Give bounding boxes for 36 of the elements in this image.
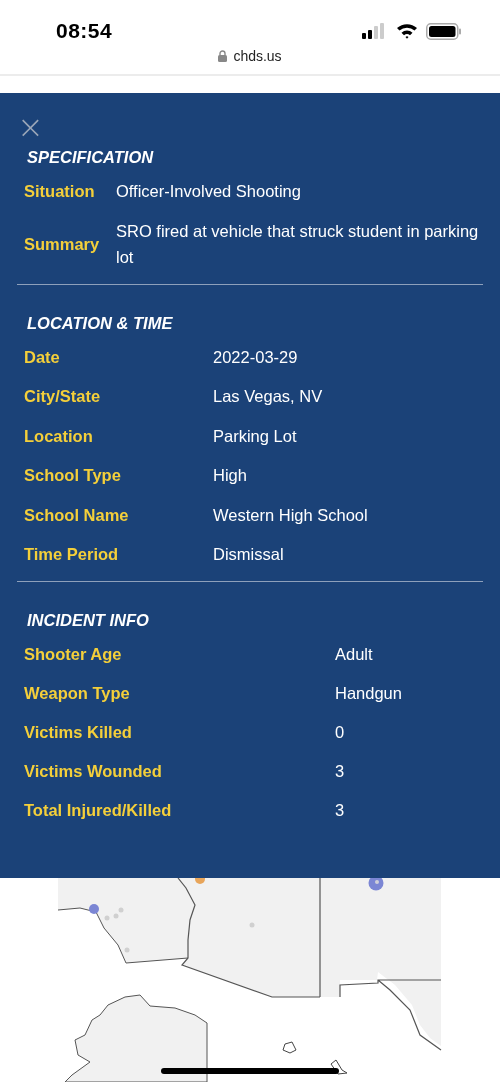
- field-value: Western High School: [213, 504, 369, 526]
- field-value: Officer-Involved Shooting: [116, 181, 302, 202]
- field-value: Las Vegas, NV: [213, 386, 324, 407]
- field-label: Victims Wounded: [24, 761, 163, 782]
- field-value: High: [213, 465, 248, 486]
- wifi-icon: [396, 23, 418, 39]
- home-indicator[interactable]: [161, 1068, 339, 1074]
- field-value: Handgun: [335, 683, 403, 704]
- field-value: Dismissal: [213, 544, 285, 565]
- field-value: SRO fired at vehicle that struck student in parking lot: [116, 220, 480, 268]
- field-value: 2022-03-29: [213, 346, 299, 368]
- section-title: SPECIFICATION: [26, 147, 155, 168]
- field-label: Summary: [24, 233, 101, 255]
- field-label: Time Period: [24, 544, 120, 565]
- section-title: INCIDENT INFO: [26, 610, 150, 631]
- field-label: School Type: [24, 465, 122, 486]
- field-value: Parking Lot: [213, 425, 298, 447]
- field-label: City/State: [24, 386, 102, 407]
- field-label: Location: [24, 425, 94, 447]
- field-label: Weapon Type: [24, 683, 131, 704]
- field-label: Victims Killed: [24, 722, 133, 743]
- clock-time: 08:54: [56, 19, 113, 43]
- field-label: Shooter Age: [24, 644, 123, 665]
- field-label: Date: [24, 346, 61, 368]
- field-label: Total Injured/Killed: [24, 800, 173, 821]
- field-value: 3: [335, 800, 346, 821]
- close-button[interactable]: ×: [17, 115, 44, 139]
- battery-icon: [426, 22, 462, 40]
- url-text[interactable]: chds.us: [233, 48, 282, 64]
- field-value: 0: [335, 722, 346, 743]
- field-label: School Name: [24, 504, 130, 526]
- field-value: 3: [335, 761, 346, 782]
- field-label: Situation: [24, 181, 96, 202]
- lock-icon: [218, 50, 228, 62]
- field-value: Adult: [335, 644, 374, 665]
- section-title: LOCATION & TIME: [26, 312, 174, 334]
